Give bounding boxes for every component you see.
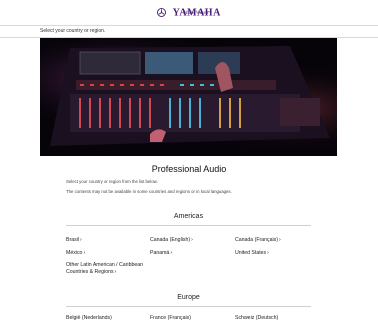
- country-link-canada-french[interactable]: Canada (Français)›: [235, 237, 281, 244]
- region-bar: Select your country or region.: [0, 25, 378, 38]
- chevron-right-icon: ›: [79, 237, 82, 243]
- europe-heading: Europe: [177, 294, 200, 301]
- americas-column-1: Brasil› México› Other Latin American / C…: [66, 237, 143, 275]
- chevron-right-icon: ›: [191, 237, 193, 243]
- country-link-canada-english[interactable]: Canada (English)›: [150, 237, 193, 244]
- country-link-united-states[interactable]: United States›: [235, 250, 281, 257]
- chevron-right-icon: ›: [278, 237, 281, 243]
- americas-column-2: Canada (English)› Panamá›: [150, 237, 193, 256]
- country-link-france[interactable]: France (Français): [150, 315, 191, 322]
- country-link-other-latin-america[interactable]: Other Latin American / Caribbean Countri…: [66, 262, 143, 275]
- country-link-mexico[interactable]: México›: [66, 250, 143, 257]
- country-link-panama[interactable]: Panamá›: [150, 250, 193, 257]
- page-title: Professional Audio: [151, 164, 227, 174]
- europe-divider: [66, 306, 311, 307]
- americas-heading: Americas: [173, 213, 204, 220]
- americas-divider: [66, 225, 311, 226]
- region-bar-text: Select your country or region.: [40, 28, 106, 34]
- chevron-right-icon: ›: [170, 249, 172, 256]
- mixing-console-illustration: [40, 38, 337, 156]
- americas-column-3: Canada (Français)› United States›: [235, 237, 281, 256]
- chevron-right-icon: ›: [267, 249, 269, 256]
- chevron-right-icon: ›: [83, 249, 86, 256]
- chevron-right-icon: ›: [114, 268, 117, 275]
- hero-image: [40, 38, 337, 156]
- intro-text: Select your country or region from the l…: [66, 179, 158, 184]
- site-header: YAMAHA Make Waves: [0, 0, 378, 25]
- brand-tagline: Make Waves: [183, 11, 209, 16]
- country-link-brasil[interactable]: Brasil›: [66, 237, 143, 244]
- country-link-switzerland-de[interactable]: Schweiz (Deutsch): [235, 315, 278, 322]
- availability-note: The contents may not be available in som…: [66, 189, 232, 194]
- country-link-belgium-nl[interactable]: België (Nederlands): [66, 315, 112, 322]
